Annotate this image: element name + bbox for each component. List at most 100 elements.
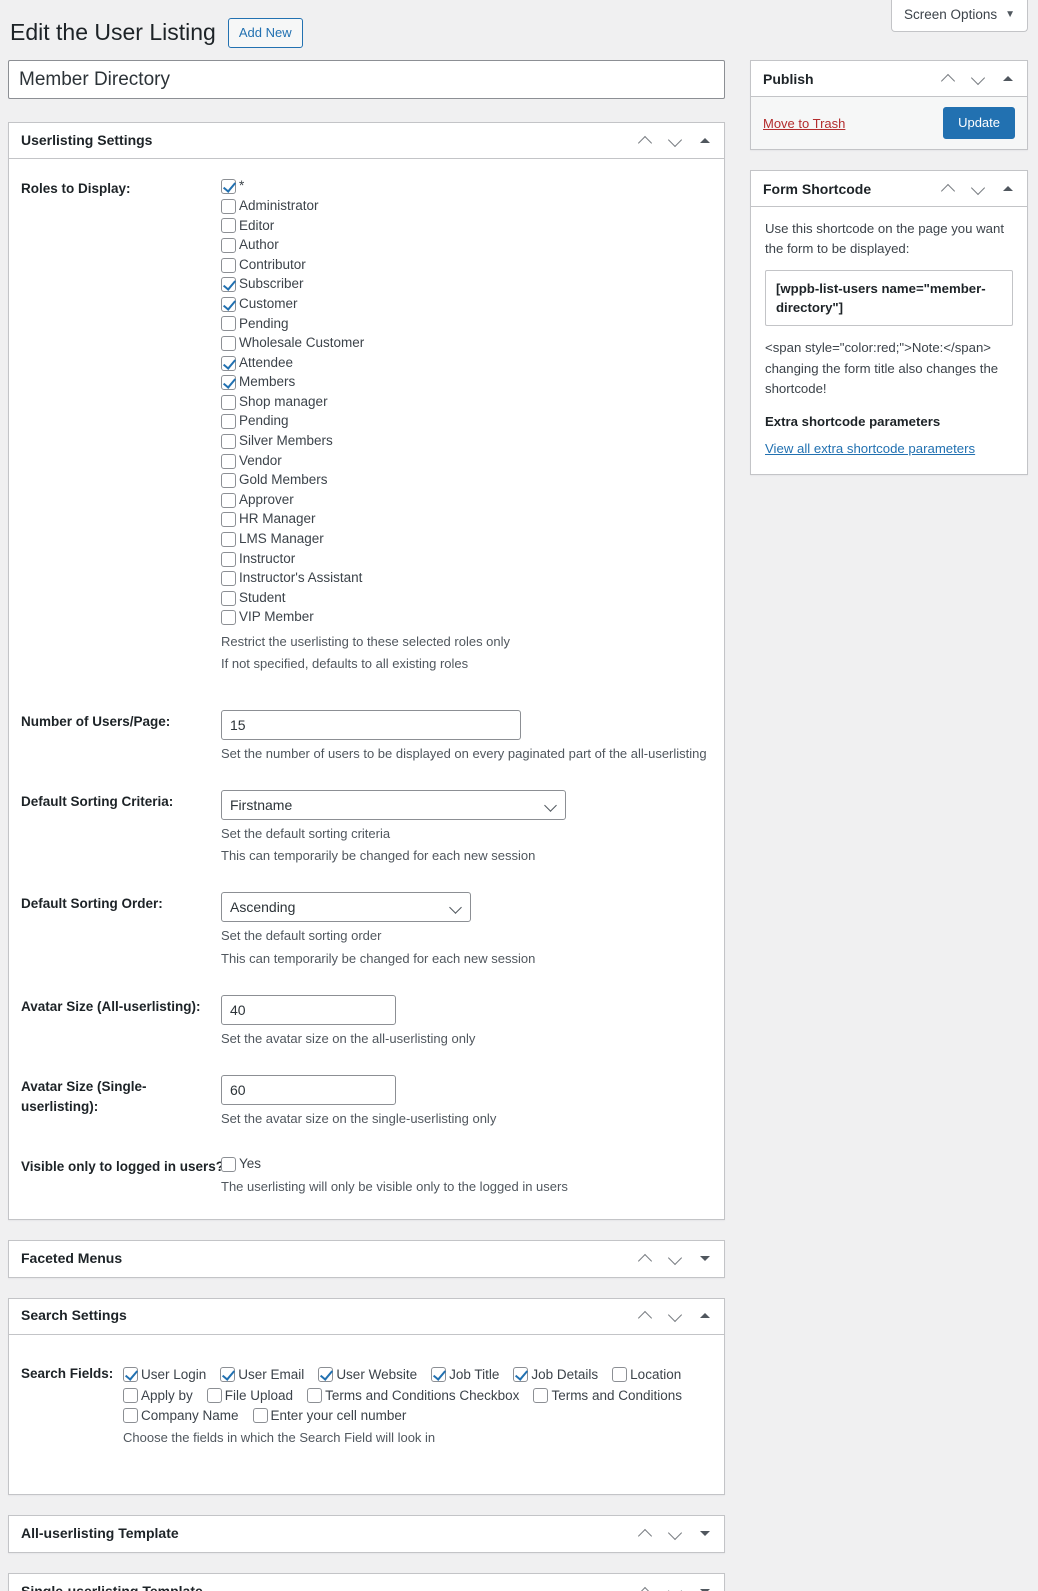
users-per-page-input[interactable]: [221, 709, 521, 740]
panel-header-single-userlisting-template[interactable]: Single-userlisting Template: [9, 1573, 724, 1591]
move-down-icon[interactable]: [668, 1584, 684, 1591]
role-option[interactable]: Pending: [221, 412, 712, 432]
role-checkbox[interactable]: [221, 355, 236, 371]
sorting-criteria-select[interactable]: Firstname: [221, 790, 566, 821]
move-up-icon[interactable]: [941, 181, 957, 197]
move-up-icon[interactable]: [638, 133, 654, 149]
toggle-panel-icon[interactable]: [698, 1527, 712, 1541]
move-down-icon[interactable]: [971, 181, 987, 197]
role-option[interactable]: Silver Members: [221, 432, 712, 452]
role-option[interactable]: Vendor: [221, 451, 712, 471]
sorting-order-select[interactable]: Ascending: [221, 892, 471, 923]
search-field-option[interactable]: Job Details: [513, 1367, 598, 1383]
role-checkbox[interactable]: [221, 394, 236, 410]
move-to-trash-link[interactable]: Move to Trash: [763, 116, 845, 131]
search-field-option[interactable]: File Upload: [206, 1387, 293, 1403]
role-checkbox[interactable]: [221, 257, 236, 273]
role-option[interactable]: Attendee: [221, 353, 712, 373]
move-up-icon[interactable]: [941, 71, 957, 87]
panel-header-publish[interactable]: Publish: [751, 61, 1027, 97]
role-option[interactable]: HR Manager: [221, 510, 712, 530]
move-down-icon[interactable]: [971, 71, 987, 87]
role-option[interactable]: Author: [221, 236, 712, 256]
role-checkbox[interactable]: [221, 590, 236, 606]
role-checkbox[interactable]: [221, 218, 236, 234]
avatar-size-single-input[interactable]: [221, 1074, 396, 1105]
role-option[interactable]: Approver: [221, 491, 712, 511]
search-field-option[interactable]: Job Title: [431, 1367, 499, 1383]
toggle-panel-icon[interactable]: [1001, 182, 1015, 196]
role-checkbox[interactable]: [221, 198, 236, 214]
role-option[interactable]: Contributor: [221, 255, 712, 275]
search-field-option[interactable]: Terms and Conditions: [533, 1387, 682, 1403]
role-option[interactable]: Gold Members: [221, 471, 712, 491]
role-checkbox[interactable]: [221, 296, 236, 312]
panel-header-search-settings[interactable]: Search Settings: [9, 1298, 724, 1335]
visible-logged-in-option[interactable]: Yes: [221, 1155, 712, 1175]
panel-header-form-shortcode[interactable]: Form Shortcode: [751, 171, 1027, 207]
role-checkbox[interactable]: [221, 512, 236, 528]
role-checkbox[interactable]: [221, 453, 236, 469]
role-checkbox[interactable]: [221, 316, 236, 332]
panel-header-faceted-menus[interactable]: Faceted Menus: [9, 1240, 724, 1277]
role-option[interactable]: Editor: [221, 216, 712, 236]
role-checkbox[interactable]: [221, 414, 236, 430]
move-up-icon[interactable]: [638, 1584, 654, 1591]
role-checkbox[interactable]: [221, 336, 236, 352]
add-new-button[interactable]: Add New: [227, 18, 303, 48]
search-field-checkbox[interactable]: [513, 1367, 529, 1383]
role-checkbox[interactable]: [221, 238, 236, 254]
role-option[interactable]: Shop manager: [221, 393, 712, 413]
search-field-option[interactable]: User Website: [318, 1367, 417, 1383]
shortcode-value[interactable]: [wppb-list-users name="member-directory"…: [765, 269, 1013, 327]
role-option[interactable]: Instructor: [221, 549, 712, 569]
search-field-checkbox[interactable]: [612, 1367, 628, 1383]
move-down-icon[interactable]: [668, 1308, 684, 1324]
search-field-checkbox[interactable]: [220, 1367, 236, 1383]
move-up-icon[interactable]: [638, 1308, 654, 1324]
toggle-panel-icon[interactable]: [698, 1309, 712, 1323]
toggle-panel-icon[interactable]: [698, 134, 712, 148]
search-field-option[interactable]: Enter your cell number: [252, 1408, 406, 1424]
role-option[interactable]: Pending: [221, 314, 712, 334]
search-field-checkbox[interactable]: [431, 1367, 447, 1383]
search-field-checkbox[interactable]: [307, 1387, 323, 1403]
search-field-checkbox[interactable]: [252, 1408, 268, 1424]
role-option[interactable]: Customer: [221, 295, 712, 315]
search-field-option[interactable]: User Email: [220, 1367, 304, 1383]
search-field-checkbox[interactable]: [533, 1387, 549, 1403]
search-field-checkbox[interactable]: [318, 1367, 334, 1383]
role-checkbox[interactable]: [221, 179, 236, 195]
role-option[interactable]: LMS Manager: [221, 530, 712, 550]
role-checkbox[interactable]: [221, 434, 236, 450]
toggle-panel-icon[interactable]: [698, 1585, 712, 1591]
role-option[interactable]: Members: [221, 373, 712, 393]
screen-options-toggle[interactable]: Screen Options ▼: [891, 0, 1028, 32]
search-field-option[interactable]: Company Name: [123, 1408, 239, 1424]
search-field-option[interactable]: Location: [612, 1367, 681, 1383]
role-checkbox[interactable]: [221, 571, 236, 587]
panel-header-all-userlisting-template[interactable]: All-userlisting Template: [9, 1515, 724, 1552]
search-field-checkbox[interactable]: [123, 1387, 138, 1403]
search-field-checkbox[interactable]: [123, 1367, 138, 1383]
visible-logged-in-checkbox[interactable]: [221, 1157, 236, 1173]
role-option[interactable]: *: [221, 177, 712, 197]
role-option[interactable]: Student: [221, 588, 712, 608]
search-field-checkbox[interactable]: [206, 1387, 222, 1403]
role-option[interactable]: Administrator: [221, 197, 712, 217]
toggle-panel-icon[interactable]: [698, 1252, 712, 1266]
listing-title-input[interactable]: [8, 60, 725, 99]
role-checkbox[interactable]: [221, 492, 236, 508]
search-field-checkbox[interactable]: [123, 1408, 138, 1424]
role-checkbox[interactable]: [221, 473, 236, 489]
move-down-icon[interactable]: [668, 1526, 684, 1542]
role-option[interactable]: Instructor's Assistant: [221, 569, 712, 589]
move-down-icon[interactable]: [668, 1251, 684, 1267]
role-checkbox[interactable]: [221, 551, 236, 567]
role-checkbox[interactable]: [221, 531, 236, 547]
update-button[interactable]: Update: [943, 107, 1015, 139]
role-option[interactable]: Subscriber: [221, 275, 712, 295]
move-down-icon[interactable]: [668, 133, 684, 149]
role-checkbox[interactable]: [221, 277, 236, 293]
avatar-size-all-input[interactable]: [221, 994, 396, 1025]
